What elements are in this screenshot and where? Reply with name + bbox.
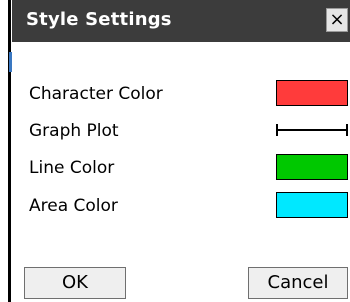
dialog-title-bar: Style Settings × [12, 0, 350, 42]
left-window-border [0, 0, 12, 302]
area-color-label: Area Color [29, 196, 118, 216]
close-button[interactable]: × [326, 8, 348, 32]
cancel-button[interactable]: Cancel [248, 267, 348, 299]
ok-button[interactable]: OK [24, 267, 126, 299]
dialog-title: Style Settings [26, 9, 172, 30]
graph-plot-label: Graph Plot [29, 121, 119, 141]
border-line [8, 0, 11, 302]
area-color-swatch[interactable] [276, 192, 348, 218]
border-accent [9, 52, 12, 72]
character-color-label: Character Color [29, 84, 163, 104]
line-color-swatch[interactable] [276, 154, 348, 180]
line-color-label: Line Color [29, 158, 115, 178]
close-icon: × [329, 9, 345, 30]
graph-plot-line-style[interactable] [276, 124, 348, 136]
character-color-swatch[interactable] [276, 80, 348, 106]
